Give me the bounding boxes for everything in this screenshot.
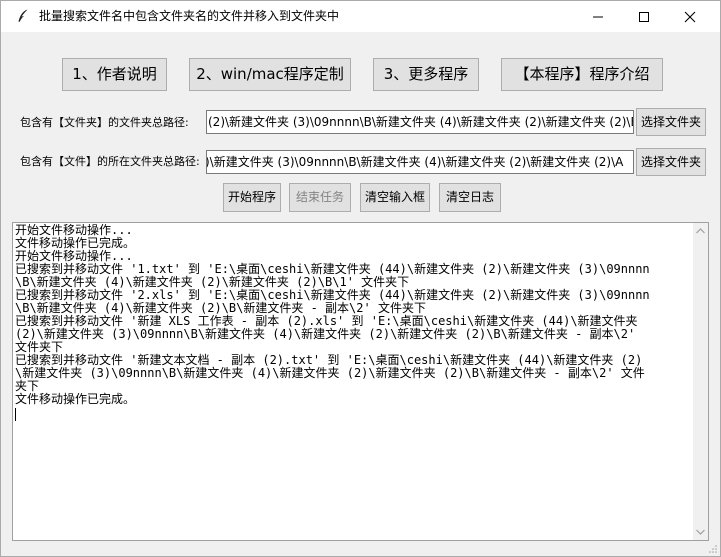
log-line: (2)\新建文件夹 (3)\09nnnn\B\新建文件夹 (4)\新建文件夹 (… (15, 327, 636, 341)
log-lines: 开始文件移动操作... 文件移动操作已完成。 开始文件移动操作... 已搜索到并移动文… (15, 224, 695, 406)
start-button[interactable]: 开始程序 (223, 183, 281, 212)
resize-grip-icon[interactable] (706, 542, 718, 554)
file-path-value: )\新建文件夹 (3)\09nnnn\B\新建文件夹 (4)\新建文件夹 (2)… (206, 155, 624, 169)
maximize-button[interactable] (621, 1, 667, 32)
feather-icon (18, 9, 28, 22)
file-path-input[interactable]: )\新建文件夹 (3)\09nnnn\B\新建文件夹 (4)\新建文件夹 (2)… (206, 150, 634, 174)
log-line: 文件移动操作已完成。 (15, 392, 136, 406)
title-bar[interactable]: 批量搜索文件名中包含文件夹名的文件并移入到文件夹中 (1, 1, 720, 32)
scroll-down-icon[interactable] (696, 529, 705, 535)
close-button[interactable] (667, 1, 713, 32)
folder-path-input[interactable]: (2)\新建文件夹 (3)\09nnnn\B\新建文件夹 (4)\新建文件夹 (… (206, 110, 634, 134)
custom-program-button[interactable]: 2、win/mac程序定制 (189, 58, 351, 91)
more-programs-button[interactable]: 3、更多程序 (373, 58, 479, 91)
minimize-icon (593, 16, 603, 18)
log-textarea[interactable]: 开始文件移动操作... 文件移动操作已完成。 开始文件移动操作... 已搜索到并移动文… (12, 222, 709, 541)
program-intro-button[interactable]: 【本程序】程序介绍 (501, 58, 663, 91)
minimize-button[interactable] (575, 1, 621, 32)
log-line: \新建文件夹 (3)\09nnnn\B\新建文件夹 (4)\新建文件夹 (2)\… (15, 366, 645, 380)
choose-folder-button[interactable]: 选择文件夹 (636, 108, 706, 136)
stop-button[interactable]: 结束任务 (289, 183, 351, 212)
clear-log-button[interactable]: 清空日志 (439, 183, 501, 212)
close-icon (684, 11, 696, 23)
log-scrollbar[interactable] (693, 223, 708, 540)
author-info-button[interactable]: 1、作者说明 (62, 58, 167, 91)
window-title: 批量搜索文件名中包含文件夹名的文件并移入到文件夹中 (39, 9, 340, 23)
choose-file-folder-button[interactable]: 选择文件夹 (636, 148, 706, 176)
text-caret (15, 408, 16, 421)
app-window: 批量搜索文件名中包含文件夹名的文件并移入到文件夹中 1、作者说明 2、win/m… (0, 0, 721, 557)
file-path-label: 包含有【文件】的所在文件夹总路径: (20, 155, 200, 168)
maximize-icon (639, 12, 649, 22)
clear-input-button[interactable]: 清空输入框 (360, 183, 430, 212)
scroll-up-icon[interactable] (696, 228, 705, 234)
folder-path-label: 包含有【文件夹】的文件夹总路径: (20, 116, 189, 129)
